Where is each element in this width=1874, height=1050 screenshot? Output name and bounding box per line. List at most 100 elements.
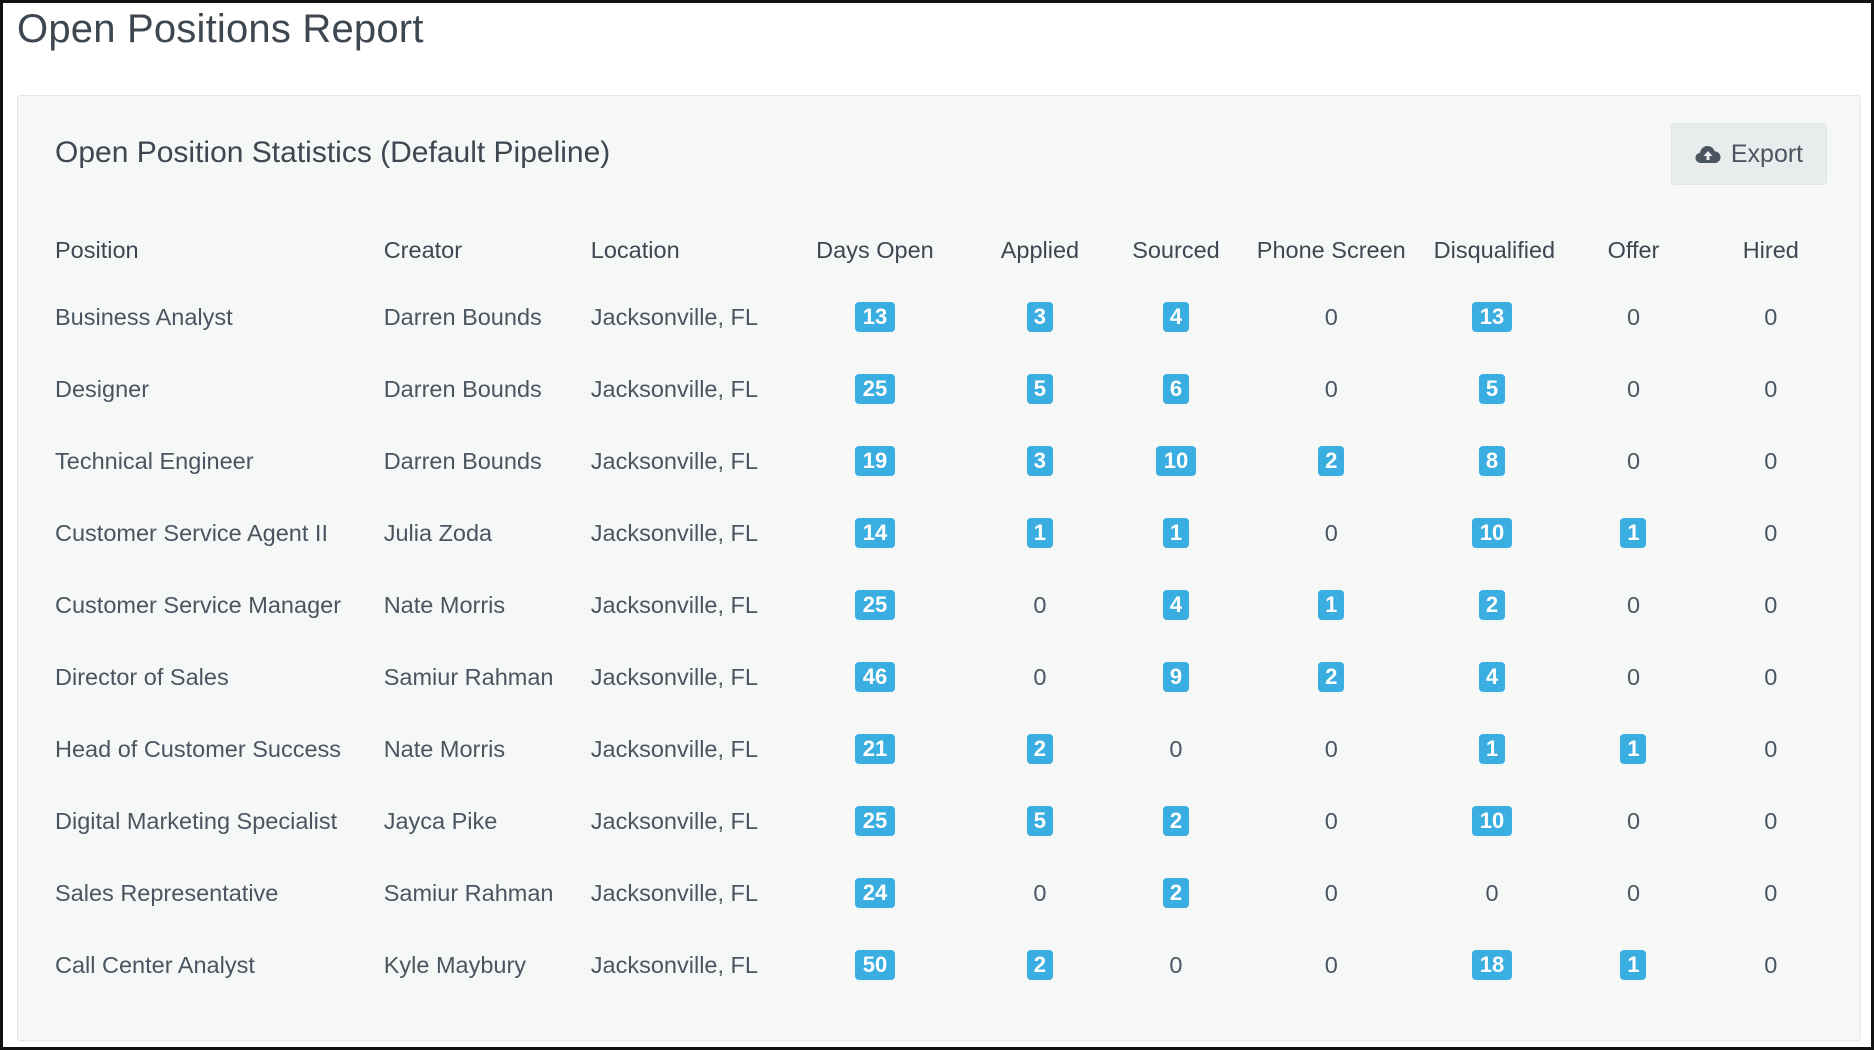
count-badge[interactable]: 25 (854, 374, 895, 404)
count-badge[interactable]: 21 (854, 734, 895, 764)
count-badge[interactable]: 1 (1026, 518, 1053, 548)
count-badge[interactable]: 4 (1479, 662, 1506, 692)
count-value: 0 (1324, 807, 1338, 834)
cell-phone-screen: 1 (1229, 569, 1434, 641)
count-badge[interactable]: 10 (1472, 806, 1513, 836)
cell-position[interactable]: Customer Service Agent II (55, 497, 384, 569)
table-row[interactable]: Director of Sales Samiur Rahman Jacksonvil… (55, 641, 1825, 713)
cell-phone-screen: 0 (1229, 785, 1434, 857)
count-value: 0 (1485, 879, 1499, 906)
count-badge[interactable]: 2 (1479, 590, 1506, 620)
count-value: 0 (1764, 807, 1778, 834)
count-badge[interactable]: 1 (1479, 734, 1506, 764)
count-badge[interactable]: 1 (1162, 518, 1189, 548)
count-badge[interactable]: 10 (1472, 518, 1513, 548)
count-badge[interactable]: 24 (854, 878, 895, 908)
cell-position[interactable]: Director of Sales (55, 641, 384, 713)
count-value: 0 (1764, 735, 1778, 762)
cell-days-open: 14 (793, 497, 957, 569)
count-value: 0 (1764, 375, 1778, 402)
column-header-offer[interactable]: Offer (1550, 219, 1716, 281)
count-badge[interactable]: 2 (1026, 950, 1053, 980)
cell-position[interactable]: Business Analyst (55, 281, 384, 353)
count-badge[interactable]: 14 (854, 518, 895, 548)
table-row[interactable]: Technical Engineer Darren Bounds Jacksonvi… (55, 425, 1825, 497)
count-value: 0 (1764, 591, 1778, 618)
table-row[interactable]: Sales Representative Samiur Rahman Jackson… (55, 857, 1825, 929)
count-badge[interactable]: 46 (854, 662, 895, 692)
count-badge[interactable]: 25 (854, 590, 895, 620)
column-header-creator[interactable]: Creator (384, 219, 591, 281)
table-row[interactable]: Head of Customer Success Nate Morris Jacks… (55, 713, 1825, 785)
count-badge[interactable]: 50 (854, 950, 895, 980)
count-badge[interactable]: 3 (1026, 446, 1053, 476)
export-button[interactable]: Export (1671, 123, 1827, 185)
count-badge[interactable]: 18 (1472, 950, 1513, 980)
count-badge[interactable]: 19 (854, 446, 895, 476)
count-badge[interactable]: 9 (1162, 662, 1189, 692)
count-badge[interactable]: 5 (1026, 374, 1053, 404)
cloud-upload-icon (1695, 144, 1721, 164)
cell-sourced: 4 (1123, 569, 1229, 641)
count-badge[interactable]: 25 (854, 806, 895, 836)
count-badge[interactable]: 1 (1620, 734, 1647, 764)
column-header-days-open[interactable]: Days Open (793, 219, 957, 281)
cell-position[interactable]: Digital Marketing Specialist (55, 785, 384, 857)
column-header-applied[interactable]: Applied (957, 219, 1123, 281)
column-header-disqualified[interactable]: Disqualified (1434, 219, 1555, 281)
cell-sourced: 10 (1123, 425, 1229, 497)
count-badge[interactable]: 5 (1026, 806, 1053, 836)
cell-creator: Darren Bounds (383, 375, 542, 402)
count-badge[interactable]: 2 (1026, 734, 1053, 764)
cell-hired: 0 (1717, 569, 1825, 641)
count-badge[interactable]: 2 (1162, 878, 1189, 908)
table-row[interactable]: Customer Service Agent II Julia Zoda Jacks… (55, 497, 1825, 569)
column-header-phone-screen[interactable]: Phone Screen (1229, 219, 1434, 281)
cell-position[interactable]: Head of Customer Success (55, 713, 384, 785)
count-badge[interactable]: 5 (1479, 374, 1506, 404)
cell-offer: 0 (1550, 857, 1716, 929)
column-header-position[interactable]: Position (55, 219, 384, 281)
count-value: 0 (1033, 591, 1047, 618)
cell-position[interactable]: Designer (55, 353, 384, 425)
cell-location: Jacksonville, FL (590, 519, 758, 546)
cell-position[interactable]: Call Center Analyst (55, 929, 384, 1001)
table-row[interactable]: Call Center Analyst Kyle Maybury Jacksonvi… (55, 929, 1825, 1001)
table-row[interactable]: Designer Darren Bounds Jacksonville, FL 25 5… (55, 353, 1825, 425)
count-badge[interactable]: 6 (1162, 374, 1189, 404)
count-badge[interactable]: 8 (1479, 446, 1506, 476)
count-badge[interactable]: 1 (1620, 518, 1647, 548)
table-row[interactable]: Business Analyst Darren Bounds Jacksonvill… (55, 281, 1825, 353)
count-badge[interactable]: 2 (1318, 446, 1345, 476)
cell-offer: 0 (1550, 353, 1716, 425)
count-badge[interactable]: 13 (1472, 302, 1513, 332)
count-badge[interactable]: 10 (1155, 446, 1196, 476)
cell-location: Jacksonville, FL (590, 735, 758, 762)
count-value: 0 (1169, 735, 1183, 762)
count-badge[interactable]: 1 (1318, 590, 1345, 620)
cell-creator: Samiur Rahman (383, 663, 554, 690)
count-badge[interactable]: 2 (1318, 662, 1345, 692)
column-header-location[interactable]: Location (591, 219, 793, 281)
count-badge[interactable]: 3 (1026, 302, 1053, 332)
cell-phone-screen: 0 (1229, 713, 1434, 785)
count-value: 0 (1626, 303, 1641, 330)
cell-phone-screen: 0 (1229, 353, 1434, 425)
cell-position[interactable]: Customer Service Manager (55, 569, 384, 641)
cell-applied: 5 (957, 785, 1123, 857)
count-value: 0 (1324, 519, 1338, 546)
count-badge[interactable]: 13 (854, 302, 895, 332)
column-header-hired[interactable]: Hired (1717, 219, 1825, 281)
column-header-sourced[interactable]: Sourced (1123, 219, 1229, 281)
cell-offer: 1 (1550, 929, 1716, 1001)
count-badge[interactable]: 1 (1620, 950, 1647, 980)
table-row[interactable]: Customer Service Manager Nate Morris Jacks… (55, 569, 1825, 641)
table-row[interactable]: Digital Marketing Specialist Jayca Pike Ja… (55, 785, 1825, 857)
cell-position[interactable]: Sales Representative (55, 857, 384, 929)
count-badge[interactable]: 4 (1162, 302, 1189, 332)
cell-position[interactable]: Technical Engineer (55, 425, 384, 497)
count-badge[interactable]: 2 (1162, 806, 1189, 836)
cell-hired: 0 (1717, 497, 1825, 569)
cell-applied: 2 (957, 929, 1123, 1001)
count-badge[interactable]: 4 (1162, 590, 1189, 620)
